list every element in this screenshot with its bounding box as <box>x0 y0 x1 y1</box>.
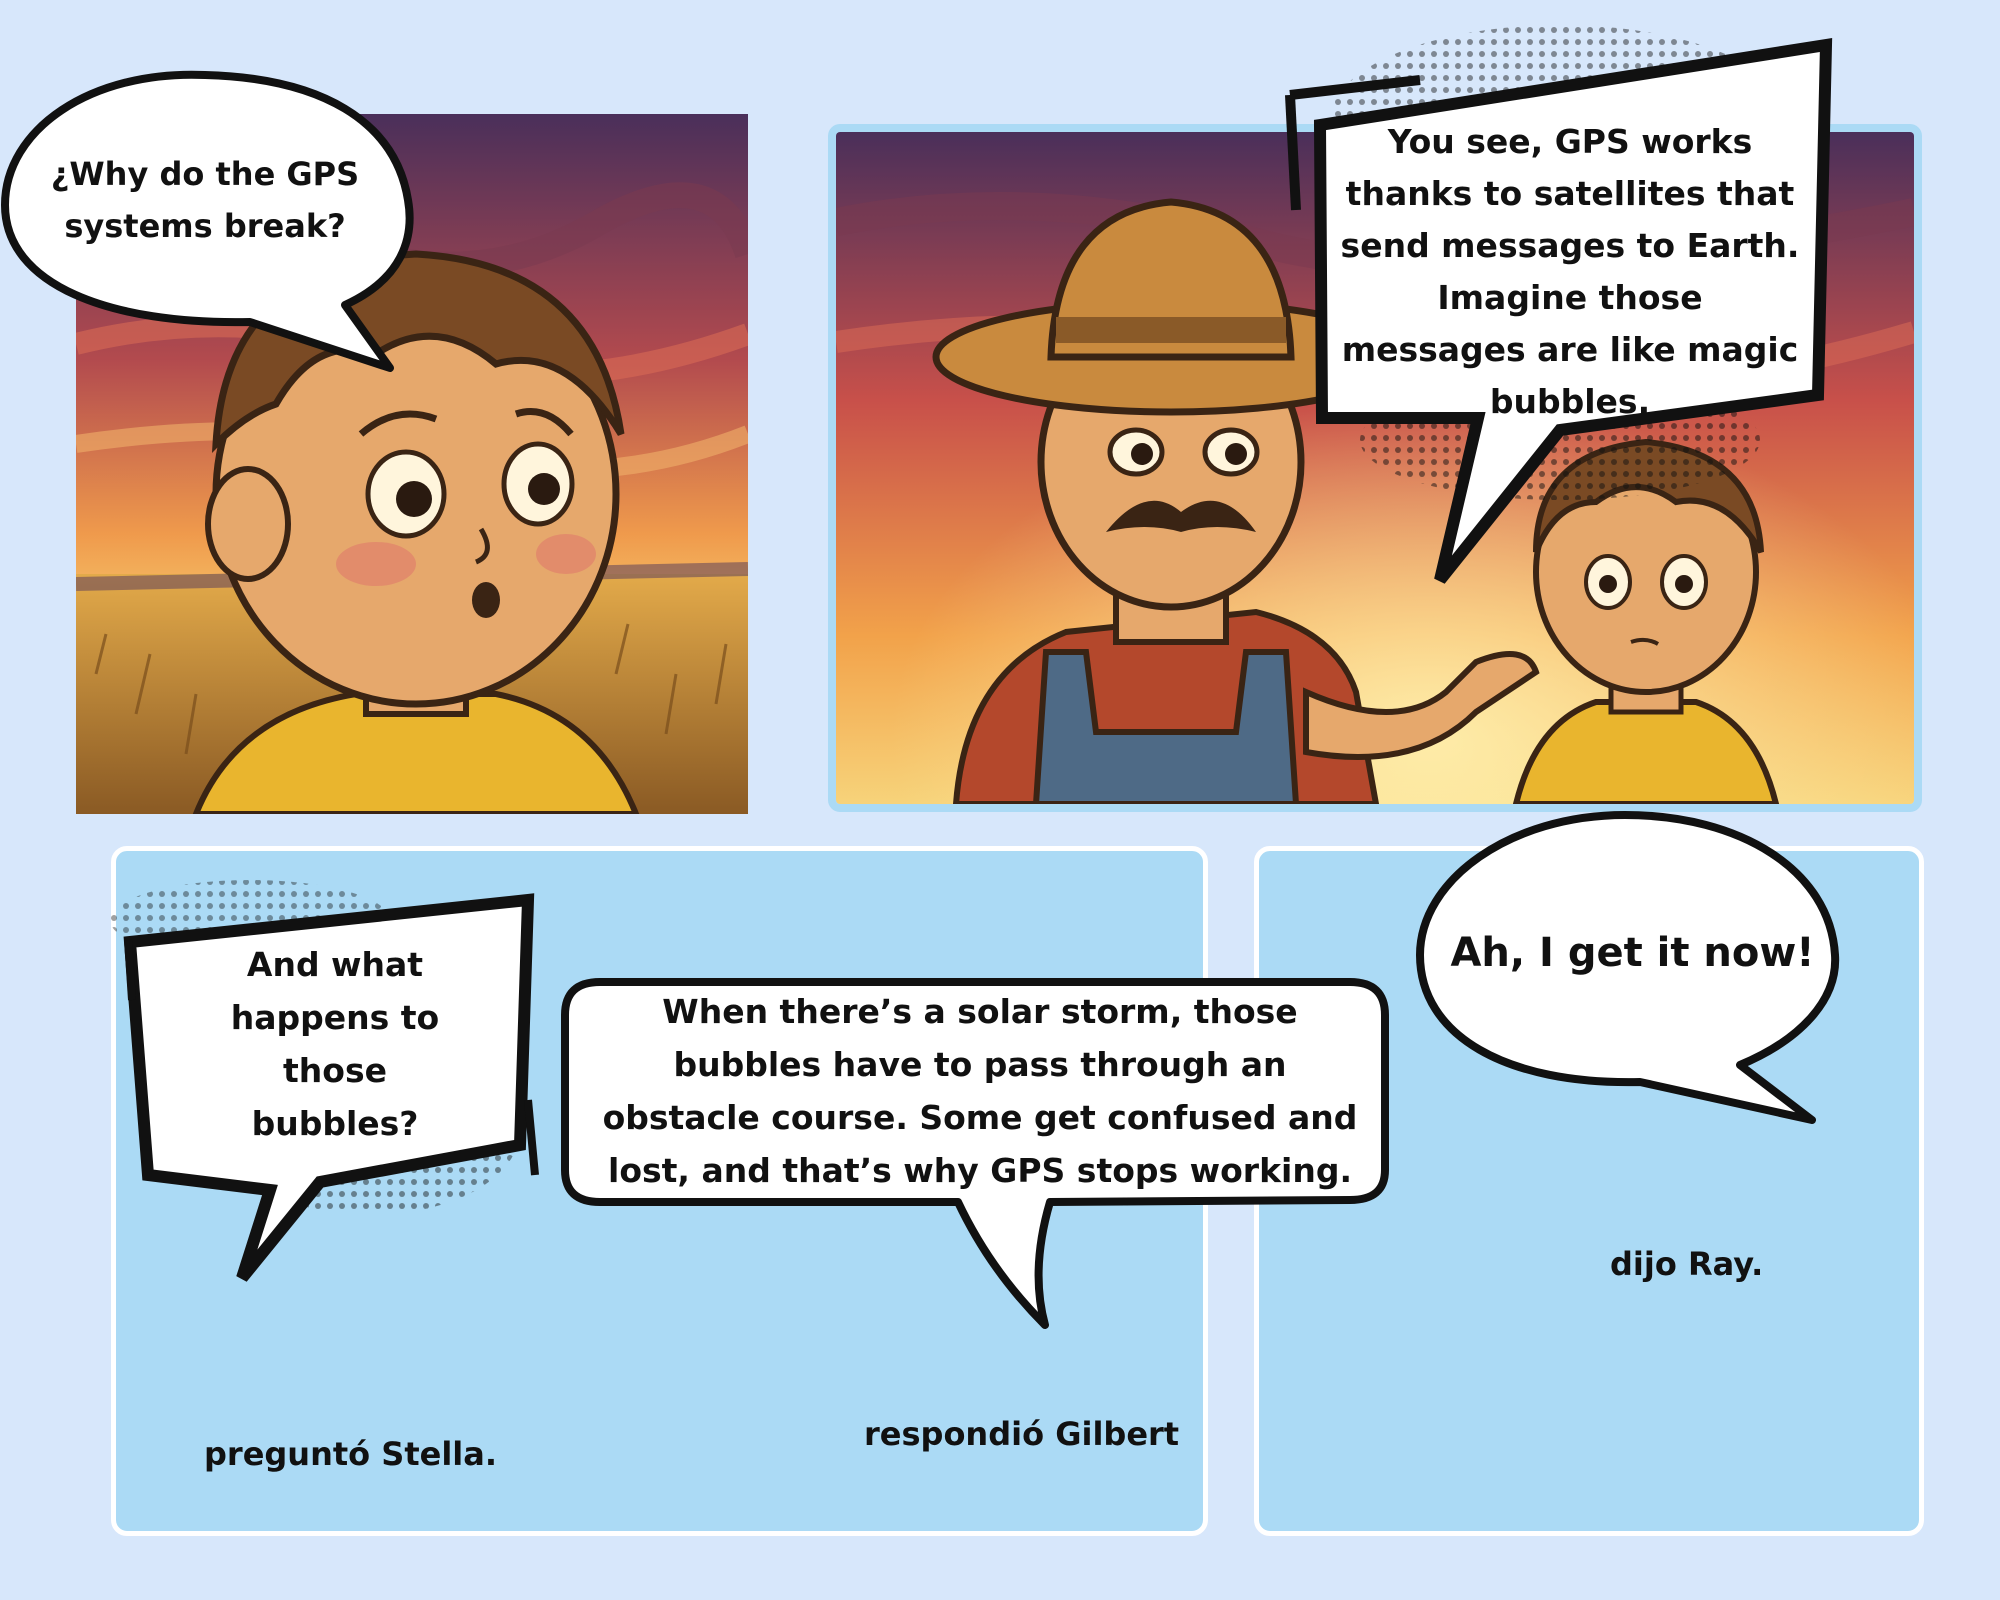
caption-p4: dijo Ray. <box>1610 1245 1764 1283</box>
bubble-text-p2: You see, GPS works thanks to satellites … <box>1340 122 1800 421</box>
bubble-text-p4: Ah, I get it now! <box>1450 930 1815 976</box>
bubble-text-p1: ¿Why do the GPS systems break? <box>50 155 360 245</box>
caption-p3-left: preguntó Stella. <box>204 1435 498 1473</box>
bubble-text-p3-right: When there’s a solar storm, those bubble… <box>602 992 1358 1190</box>
bubble-text-p3-left: And what happens to those bubbles? <box>230 945 440 1143</box>
caption-p3-right: respondió Gilbert <box>864 1415 1180 1453</box>
